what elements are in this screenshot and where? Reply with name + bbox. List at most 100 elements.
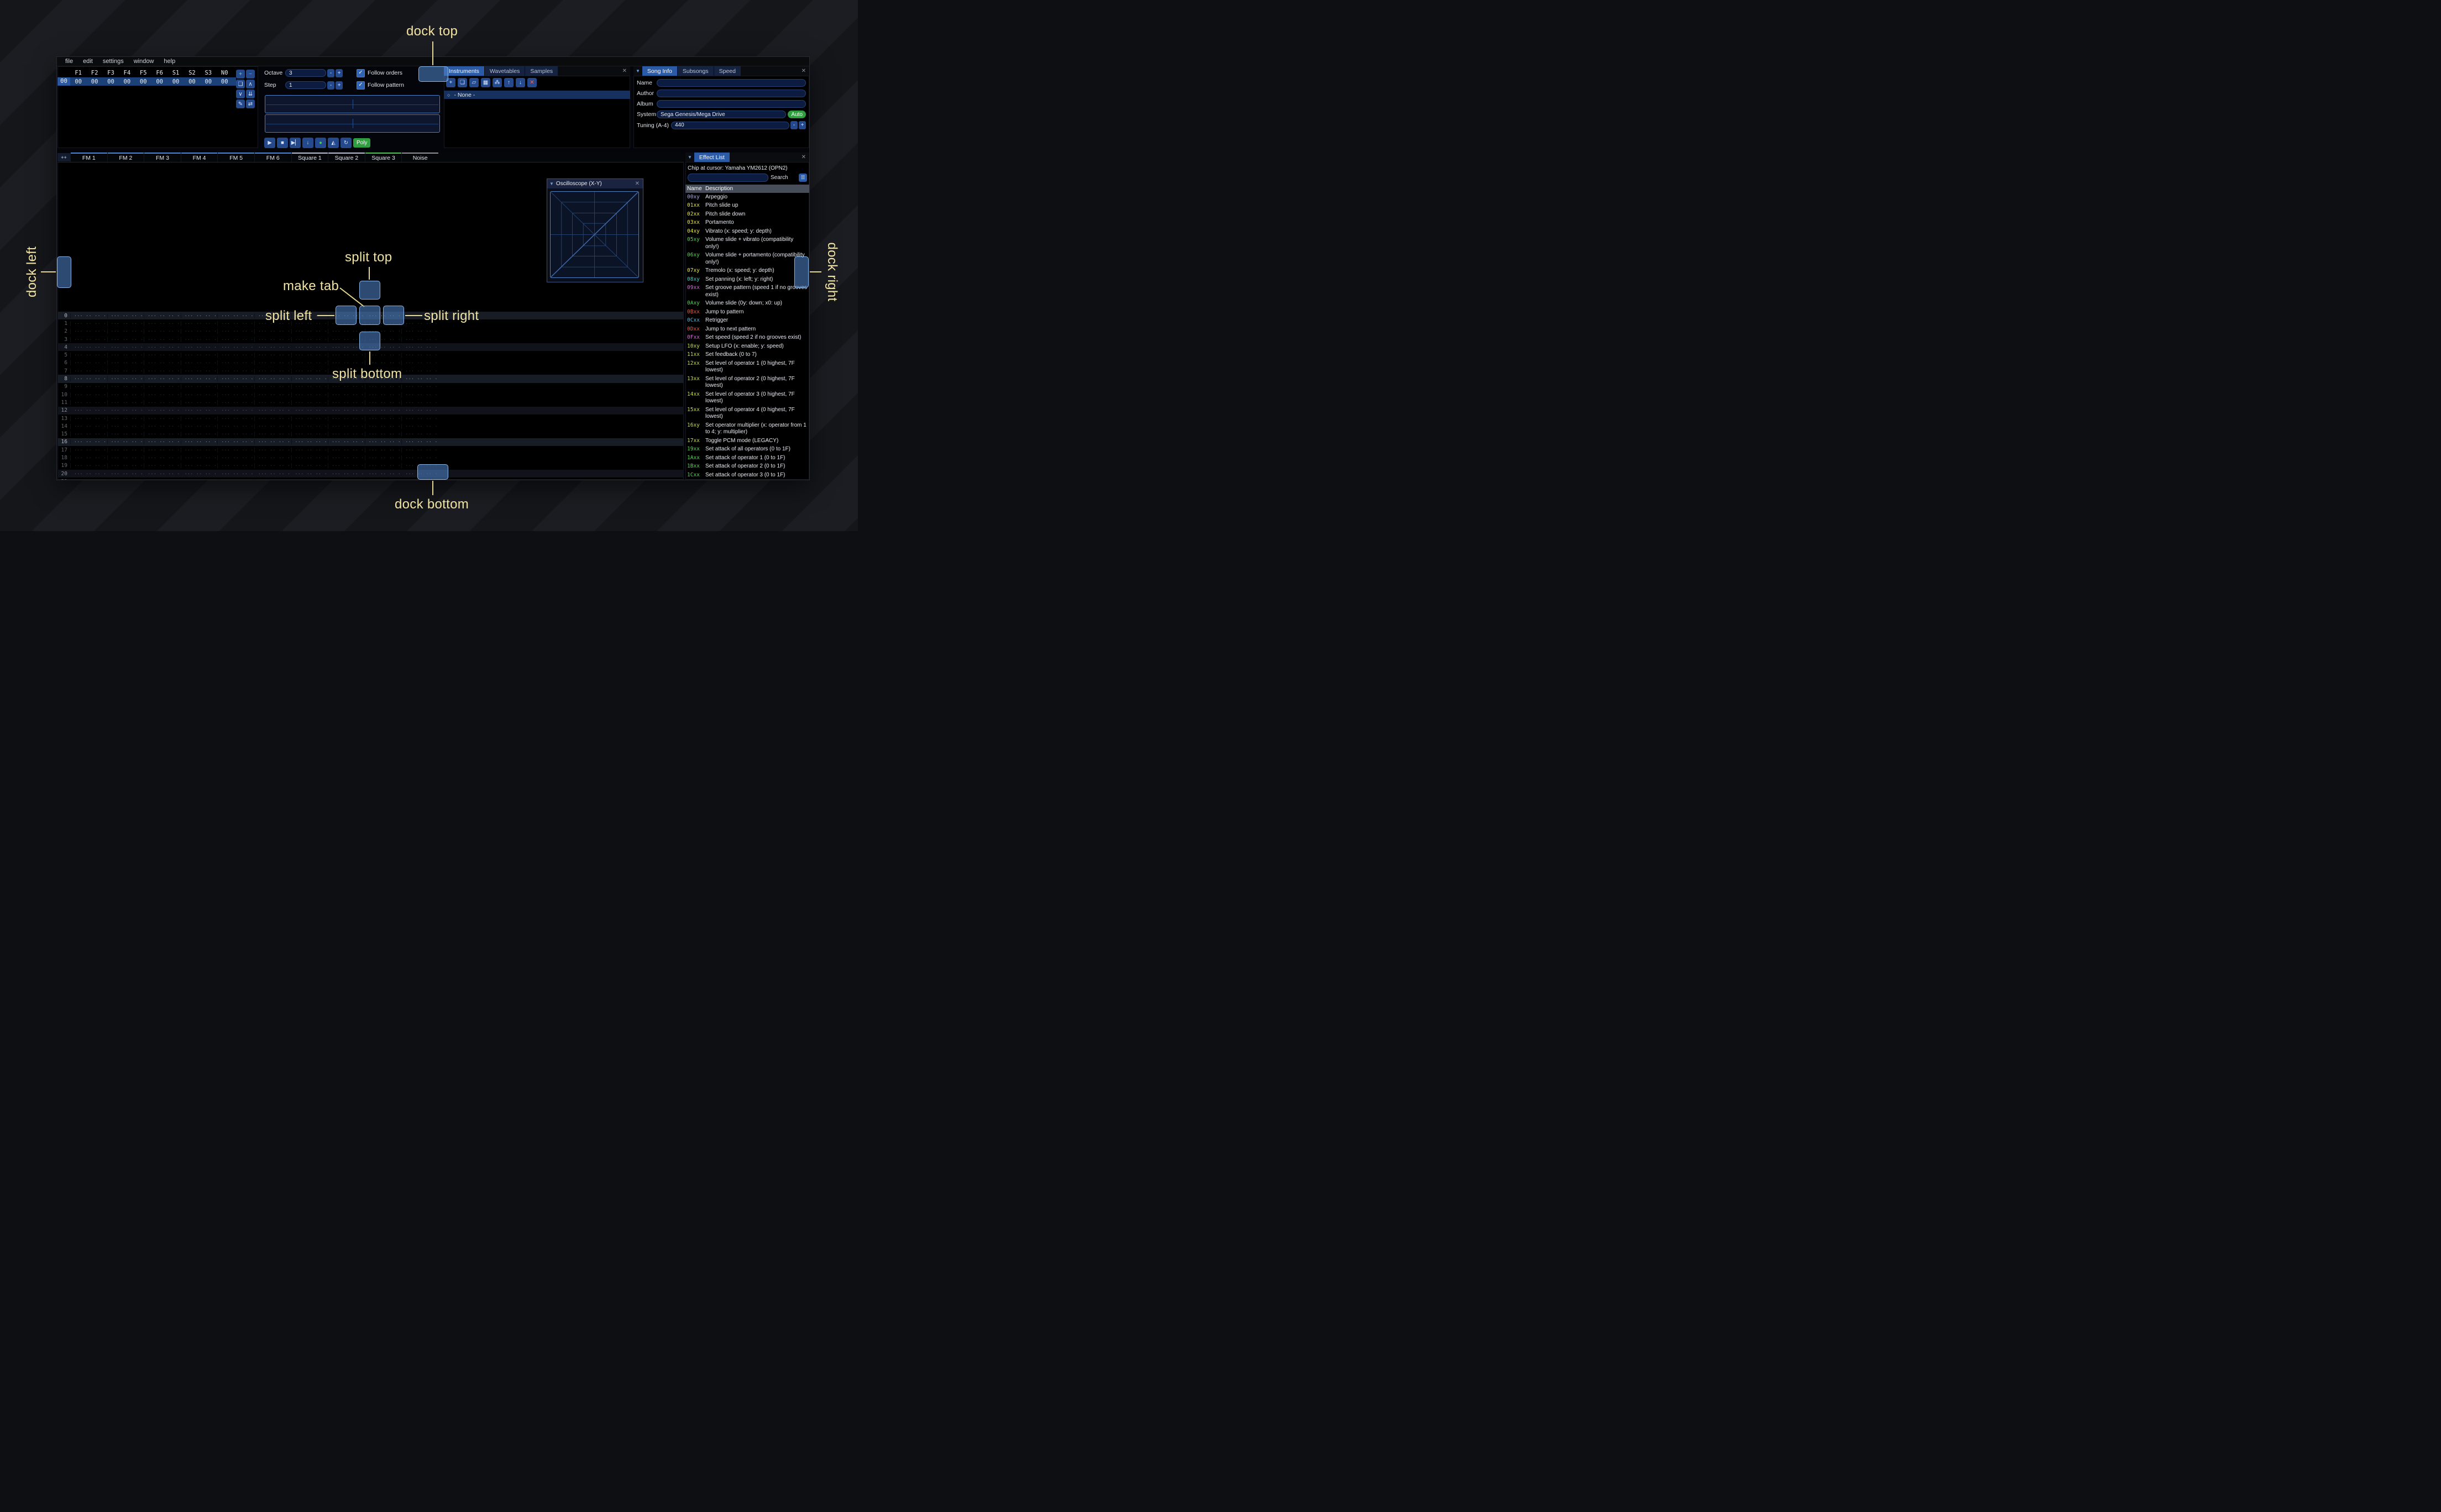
pattern-cell[interactable]: ··· ·· ·· ··· (70, 384, 107, 390)
pattern-cell[interactable]: ··· ·· ·· ··· (107, 447, 144, 453)
save-instrument-button[interactable]: ▦ (481, 78, 490, 87)
pattern-cell[interactable]: ··· ·· ·· ··· (291, 416, 328, 421)
octave-decrease-button[interactable]: - (327, 69, 334, 77)
tab-subsongs[interactable]: Subsongs (677, 66, 714, 76)
pattern-cell[interactable]: ··· ·· ·· ··· (328, 439, 365, 445)
move-order-up-button[interactable]: ∧ (246, 80, 255, 88)
dock-target-bottom[interactable] (417, 464, 448, 480)
pattern-cell[interactable]: ··· ·· ·· ··· (107, 408, 144, 413)
tab-song-info[interactable]: Song Info (642, 66, 677, 76)
order-change-all-button[interactable]: ⇄ (246, 99, 255, 108)
tab-effect-list[interactable]: Effect List (694, 153, 730, 162)
pattern-cell[interactable]: ··· ·· ·· ··· (180, 408, 217, 413)
step-increase-button[interactable]: + (336, 81, 343, 90)
order-cell[interactable]: 00 (217, 78, 233, 85)
pattern-cell[interactable]: ··· ·· ·· ··· (107, 479, 144, 480)
pattern-cell[interactable]: ··· ·· ·· ··· (107, 353, 144, 358)
pattern-cell[interactable]: ··· ·· ·· ··· (107, 360, 144, 366)
pattern-cell[interactable]: ··· ·· ·· ··· (217, 337, 254, 342)
pattern-cell[interactable]: ··· ·· ·· ··· (364, 384, 401, 390)
dock-target-left[interactable] (57, 256, 71, 288)
pattern-cell[interactable]: ··· ·· ·· ··· (254, 432, 291, 437)
pattern-cell[interactable]: ··· ·· ·· ··· (180, 455, 217, 460)
order-cell[interactable]: 00 (151, 78, 167, 85)
channel-header-fm-6[interactable]: FM 6 (254, 153, 291, 162)
tab-wavetables[interactable]: Wavetables (484, 66, 525, 76)
pattern-cell[interactable]: ··· ·· ·· ··· (144, 313, 181, 318)
pattern-cell[interactable]: ··· ·· ·· ··· (180, 337, 217, 342)
pattern-cell[interactable]: ··· ·· ·· ··· (291, 439, 328, 445)
pattern-cell[interactable]: ··· ·· ·· ··· (144, 353, 181, 358)
order-cell[interactable]: 00 (184, 78, 200, 85)
pattern-cell[interactable]: ··· ·· ·· ··· (254, 344, 291, 350)
pattern-cell[interactable]: ··· ·· ·· ··· (217, 423, 254, 429)
move-instrument-up-button[interactable]: ↑ (504, 78, 514, 87)
pattern-cell[interactable]: ··· ·· ·· ··· (180, 360, 217, 366)
menu-item-settings[interactable]: settings (99, 58, 128, 65)
tuning-input[interactable]: 440 (671, 121, 789, 129)
xy-window-title-bar[interactable]: ▼ Oscilloscope (X-Y) ✕ (547, 179, 643, 188)
pattern-cell[interactable]: ··· ·· ·· ··· (180, 353, 217, 358)
channel-header-fm-4[interactable]: FM 4 (180, 153, 218, 162)
pattern-cell[interactable]: ··· ·· ·· ··· (180, 313, 217, 318)
pattern-cell[interactable]: ··· ·· ·· ··· (217, 321, 254, 326)
pattern-cell[interactable]: ··· ·· ·· ··· (180, 447, 217, 453)
stop-button[interactable]: ■ (277, 138, 288, 148)
step-row-button[interactable]: ↓ (302, 138, 313, 148)
pattern-cell[interactable]: ··· ·· ·· ··· (401, 416, 438, 421)
system-auto-button[interactable]: Auto (788, 111, 806, 118)
pattern-cell[interactable]: ··· ·· ·· ··· (291, 353, 328, 358)
pattern-cell[interactable]: ··· ·· ·· ··· (180, 463, 217, 469)
song-author-input[interactable] (657, 90, 806, 97)
pattern-cell[interactable]: ··· ·· ·· ··· (254, 423, 291, 429)
pattern-cell[interactable]: ··· ·· ·· ··· (217, 408, 254, 413)
add-order-button[interactable]: + (236, 70, 245, 78)
pattern-cell[interactable]: ··· ·· ·· ··· (70, 353, 107, 358)
pattern-cell[interactable]: ··· ·· ·· ··· (144, 329, 181, 334)
pattern-cell[interactable]: ··· ·· ·· ··· (107, 368, 144, 374)
pattern-cell[interactable]: ··· ·· ·· ··· (107, 384, 144, 390)
open-instrument-button[interactable]: ▱ (469, 78, 479, 87)
pattern-cell[interactable]: ··· ·· ·· ··· (401, 329, 438, 334)
pattern-cell[interactable]: ··· ·· ·· ··· (144, 368, 181, 374)
step-input[interactable]: 1 (285, 81, 326, 89)
pattern-cell[interactable]: ··· ·· ·· ··· (70, 368, 107, 374)
pattern-cell[interactable]: ··· ·· ·· ··· (180, 376, 217, 382)
follow-pattern-checkbox[interactable]: ✓ Follow pattern (357, 81, 404, 90)
pattern-cell[interactable]: ··· ·· ·· ··· (144, 376, 181, 382)
pattern-cell[interactable]: ··· ·· ·· ··· (401, 376, 438, 382)
order-cell[interactable]: 00 (103, 78, 119, 85)
pattern-cell[interactable]: ··· ·· ·· ··· (364, 353, 401, 358)
pattern-cell[interactable]: ··· ·· ·· ··· (180, 416, 217, 421)
pattern-cell[interactable]: ··· ·· ·· ··· (107, 392, 144, 397)
order-row[interactable]: 00 00 00 00 00 00 00 00 00 00 00 (57, 77, 236, 86)
pattern-cell[interactable]: ··· ·· ·· ··· (401, 447, 438, 453)
pattern-cell[interactable]: ··· ·· ·· ··· (364, 447, 401, 453)
tab-speed[interactable]: Speed (714, 66, 741, 76)
pattern-cell[interactable]: ··· ·· ·· ··· (364, 408, 401, 413)
pattern-cell[interactable]: ··· ·· ·· ··· (291, 471, 328, 476)
channel-header-square-2[interactable]: Square 2 (328, 153, 365, 162)
pattern-cell[interactable]: ··· ·· ·· ··· (254, 439, 291, 445)
pattern-cell[interactable]: ··· ·· ·· ··· (70, 321, 107, 326)
order-row-index[interactable]: 00 (57, 77, 70, 86)
pattern-cell[interactable]: ··· ·· ·· ··· (217, 384, 254, 390)
pattern-cell[interactable]: ··· ·· ·· ··· (70, 455, 107, 460)
pattern-cell[interactable]: ··· ·· ·· ··· (107, 376, 144, 382)
pattern-cell[interactable]: ··· ·· ·· ··· (254, 416, 291, 421)
order-cell[interactable]: 00 (70, 78, 86, 85)
pattern-cell[interactable]: ··· ·· ·· ··· (328, 479, 365, 480)
pattern-cell[interactable]: ··· ·· ·· ··· (401, 439, 438, 445)
duplicate-order-button[interactable]: ❏ (236, 80, 245, 88)
pattern-cell[interactable]: ··· ·· ·· ··· (107, 321, 144, 326)
pattern-cell[interactable]: ··· ·· ·· ··· (144, 400, 181, 405)
pattern-cell[interactable]: ··· ·· ·· ··· (180, 471, 217, 476)
pattern-cell[interactable]: ··· ·· ·· ··· (364, 432, 401, 437)
pattern-cell[interactable]: ··· ·· ·· ··· (328, 471, 365, 476)
menu-item-file[interactable]: file (61, 58, 77, 65)
order-cell[interactable]: 00 (135, 78, 151, 85)
pattern-cell[interactable]: ··· ·· ·· ··· (328, 416, 365, 421)
pattern-cell[interactable]: ··· ·· ·· ··· (254, 360, 291, 366)
octave-increase-button[interactable]: + (336, 69, 343, 77)
pattern-cell[interactable]: ··· ·· ·· ··· (364, 400, 401, 405)
